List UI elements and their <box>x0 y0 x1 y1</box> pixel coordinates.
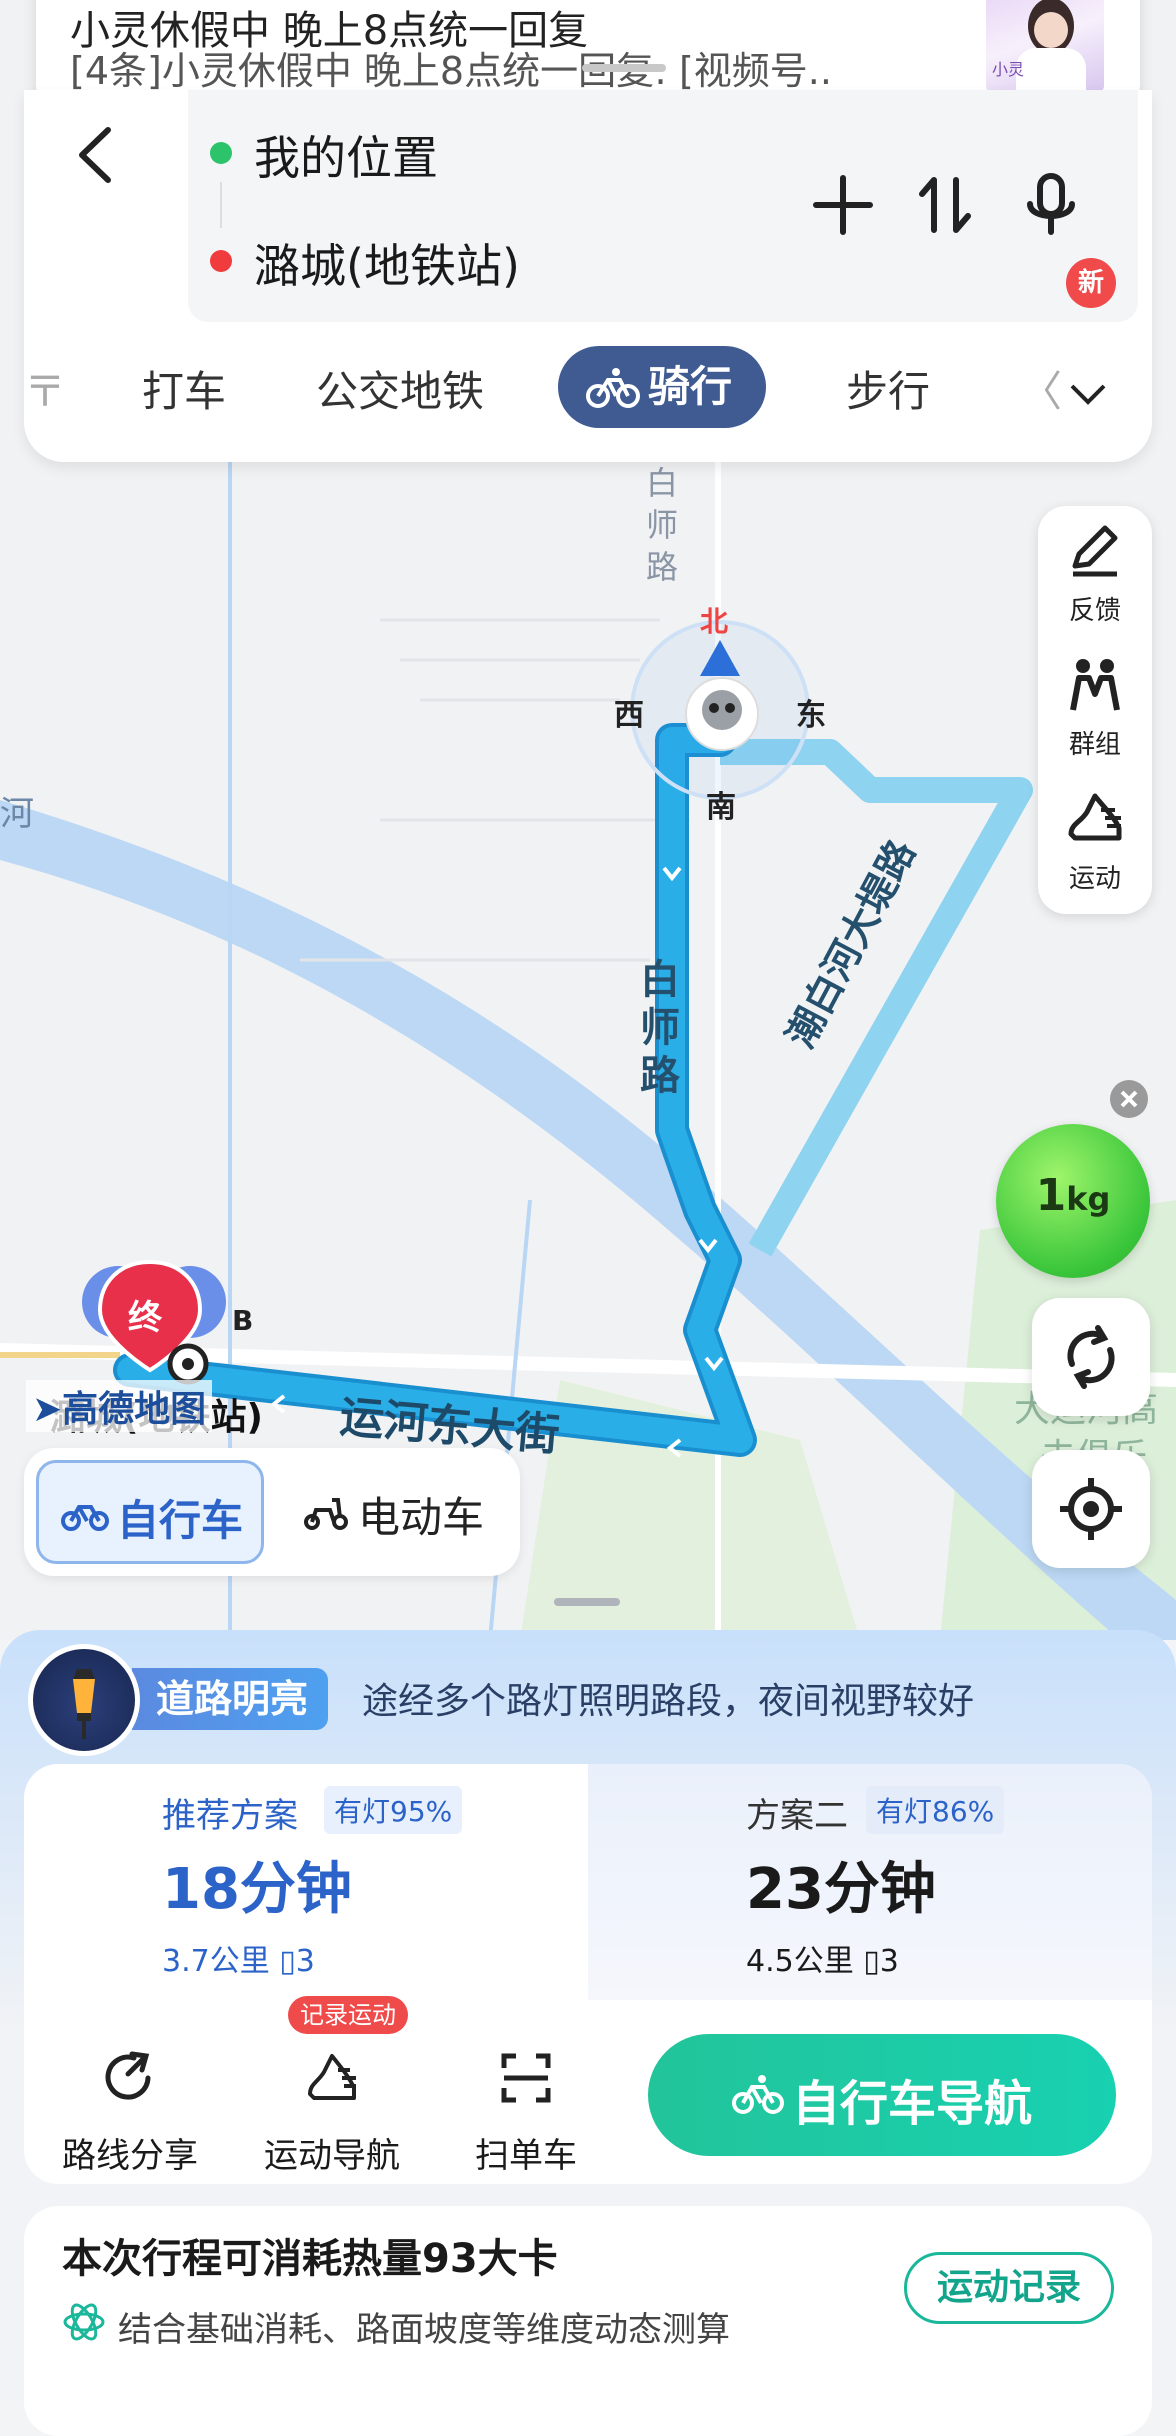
share-icon <box>105 2051 151 2100</box>
microphone-icon[interactable] <box>1016 170 1086 240</box>
tab-walk[interactable]: 步行 <box>846 358 930 419</box>
refresh-route-button[interactable] <box>1032 1298 1150 1416</box>
route-connector <box>220 182 222 228</box>
tab-taxi[interactable]: 打车 <box>142 358 226 419</box>
thumbnail-text: 小灵 <box>992 60 1025 79</box>
compass-south: 南 <box>706 790 736 825</box>
tab-transit[interactable]: 公交地铁 <box>316 358 484 419</box>
road-label-baishi: 白师路 <box>640 957 680 1099</box>
scan-bike-label: 扫单车 <box>475 2136 577 2176</box>
travel-mode-tabs: 〒 打车 公交地铁 骑行 步行 〈 <box>24 340 1152 436</box>
chevron-down-icon[interactable] <box>1068 380 1108 410</box>
pencil-icon <box>1072 525 1118 577</box>
tab-partial-right[interactable]: 〈 <box>1020 358 1062 419</box>
tab-partial[interactable]: 〒 <box>24 358 66 419</box>
sheet-handle[interactable] <box>554 1598 620 1606</box>
calorie-card: 本次行程可消耗热量93大卡 结合基础消耗、路面坡度等维度动态测算 运动记录 <box>24 2206 1152 2436</box>
poi-b-label: B <box>232 1304 254 1337</box>
group-button[interactable]: 群组 <box>1038 640 1152 774</box>
record-sport-badge: 记录运动 <box>288 1996 408 2034</box>
river-label: 河 <box>0 794 34 834</box>
bike-navigation-button[interactable]: 自行车导航 <box>648 2034 1116 2156</box>
compass-west: 西 <box>614 698 644 733</box>
end-marker[interactable]: 终 <box>128 1290 162 1339</box>
vehicle-type-selector: 自行车 电动车 <box>24 1448 520 1576</box>
destination-dot <box>210 250 232 272</box>
carbon-value: 1kg <box>996 1170 1150 1221</box>
bright-road-description: 途经多个路灯照明路段，夜间视野较好 <box>362 1681 975 1722</box>
bicycle-icon <box>61 1505 109 1531</box>
amap-logo: ➤高德地图 <box>26 1380 213 1432</box>
scooter-icon <box>304 1498 348 1530</box>
destination-input[interactable]: 潞城(地铁站) <box>254 230 520 296</box>
calorie-description: 结合基础消耗、路面坡度等维度动态测算 <box>118 2310 730 2350</box>
locate-icon <box>1060 1478 1122 1540</box>
calorie-title: 本次行程可消耗热量93大卡 <box>62 2236 558 2282</box>
origin-input[interactable]: 我的位置 <box>254 122 438 188</box>
back-arrow-icon[interactable] <box>64 120 134 190</box>
plan-two-meta: 4.5公里 ▯3 <box>746 1936 899 1980</box>
street-lamp-icon <box>28 1644 140 1756</box>
amap-arrow-icon: ➤ <box>32 1389 63 1430</box>
traffic-light-icon: ▯ <box>279 1944 296 1979</box>
road-label-baishi-top: 白师路 <box>646 464 679 586</box>
tab-cycling[interactable]: 骑行 <box>558 346 767 428</box>
sport-nav-label: 运动导航 <box>264 2136 400 2176</box>
lamp-glyph <box>73 1669 95 1739</box>
new-badge: 新 <box>1066 258 1116 308</box>
bicycle-icon <box>732 2075 784 2114</box>
swap-icon[interactable] <box>910 170 980 240</box>
traffic-light-icon: ▯ <box>863 1944 880 1979</box>
origin-dot <box>210 142 232 164</box>
plan-one-meta: 3.7公里 ▯3 <box>162 1936 315 1980</box>
sport-label: 运动 <box>1068 864 1121 894</box>
plan-one-time[interactable]: 18分钟 <box>162 1844 352 1925</box>
plan-one-lights: 3 <box>295 1944 315 1979</box>
route-share-label: 路线分享 <box>62 2136 198 2176</box>
plan-two-lights: 3 <box>879 1944 899 1979</box>
carbon-unit: kg <box>1066 1180 1111 1218</box>
sport-record-button[interactable]: 运动记录 <box>904 2252 1114 2324</box>
vehicle-ebike-label: 电动车 <box>358 1493 485 1542</box>
bicycle-icon <box>586 368 640 408</box>
group-label: 群组 <box>1068 730 1121 760</box>
atom-icon <box>63 2303 105 2341</box>
plan-two-light-badge: 有灯86% <box>866 1786 1005 1834</box>
map-tools-panel: 反馈 群组 运动 <box>1038 506 1152 914</box>
route-inputs: 我的位置 潞城(地铁站) <box>188 90 1138 322</box>
feedback-button[interactable]: 反馈 <box>1038 506 1152 640</box>
plan-one-distance: 3.7公里 <box>162 1944 270 1979</box>
add-waypoint-icon[interactable] <box>808 170 878 240</box>
bright-road-tag: 道路明亮 <box>132 1668 329 1730</box>
carbon-number: 1 <box>1035 1170 1067 1221</box>
close-icon <box>1120 1090 1138 1108</box>
bike-navigation-label: 自行车导航 <box>792 2076 1033 2132</box>
plan-one-light-badge: 有灯95% <box>324 1786 463 1834</box>
carbon-reduction-bubble[interactable]: 1kg <box>996 1124 1150 1278</box>
vehicle-bike-option[interactable]: 自行车 <box>36 1460 264 1564</box>
route-panel: 我的位置 潞城(地铁站) 〒 打车 公交地铁 骑行 步行 〈 <box>24 90 1152 462</box>
compass-east: 东 <box>796 698 826 733</box>
vehicle-bike-label: 自行车 <box>117 1496 244 1545</box>
running-shoe-icon <box>308 2054 356 2100</box>
locate-me-button[interactable] <box>1032 1450 1150 1568</box>
plan-one-title: 推荐方案 <box>162 1796 298 1836</box>
group-icon <box>1070 659 1120 711</box>
scan-icon <box>501 2053 551 2103</box>
notification-body: [4条]小灵休假中 晚上8点统一回复: [视频号.. <box>70 49 832 93</box>
plan-two-title: 方案二 <box>746 1796 848 1836</box>
plan-two-time[interactable]: 23分钟 <box>746 1844 936 1925</box>
refresh-icon <box>1067 1325 1115 1389</box>
vehicle-ebike-option[interactable]: 电动车 <box>280 1460 508 1564</box>
tab-cycling-label: 骑行 <box>648 362 733 411</box>
feedback-label: 反馈 <box>1068 596 1121 626</box>
running-shoe-icon <box>1068 793 1122 841</box>
carbon-close-button[interactable] <box>1110 1080 1148 1118</box>
sport-button[interactable]: 运动 <box>1038 774 1152 908</box>
notification-handle[interactable] <box>582 64 666 72</box>
notification-thumbnail: 小灵 <box>986 0 1104 92</box>
compass-north: 北 <box>700 605 729 638</box>
plan-two-distance: 4.5公里 <box>746 1944 854 1979</box>
